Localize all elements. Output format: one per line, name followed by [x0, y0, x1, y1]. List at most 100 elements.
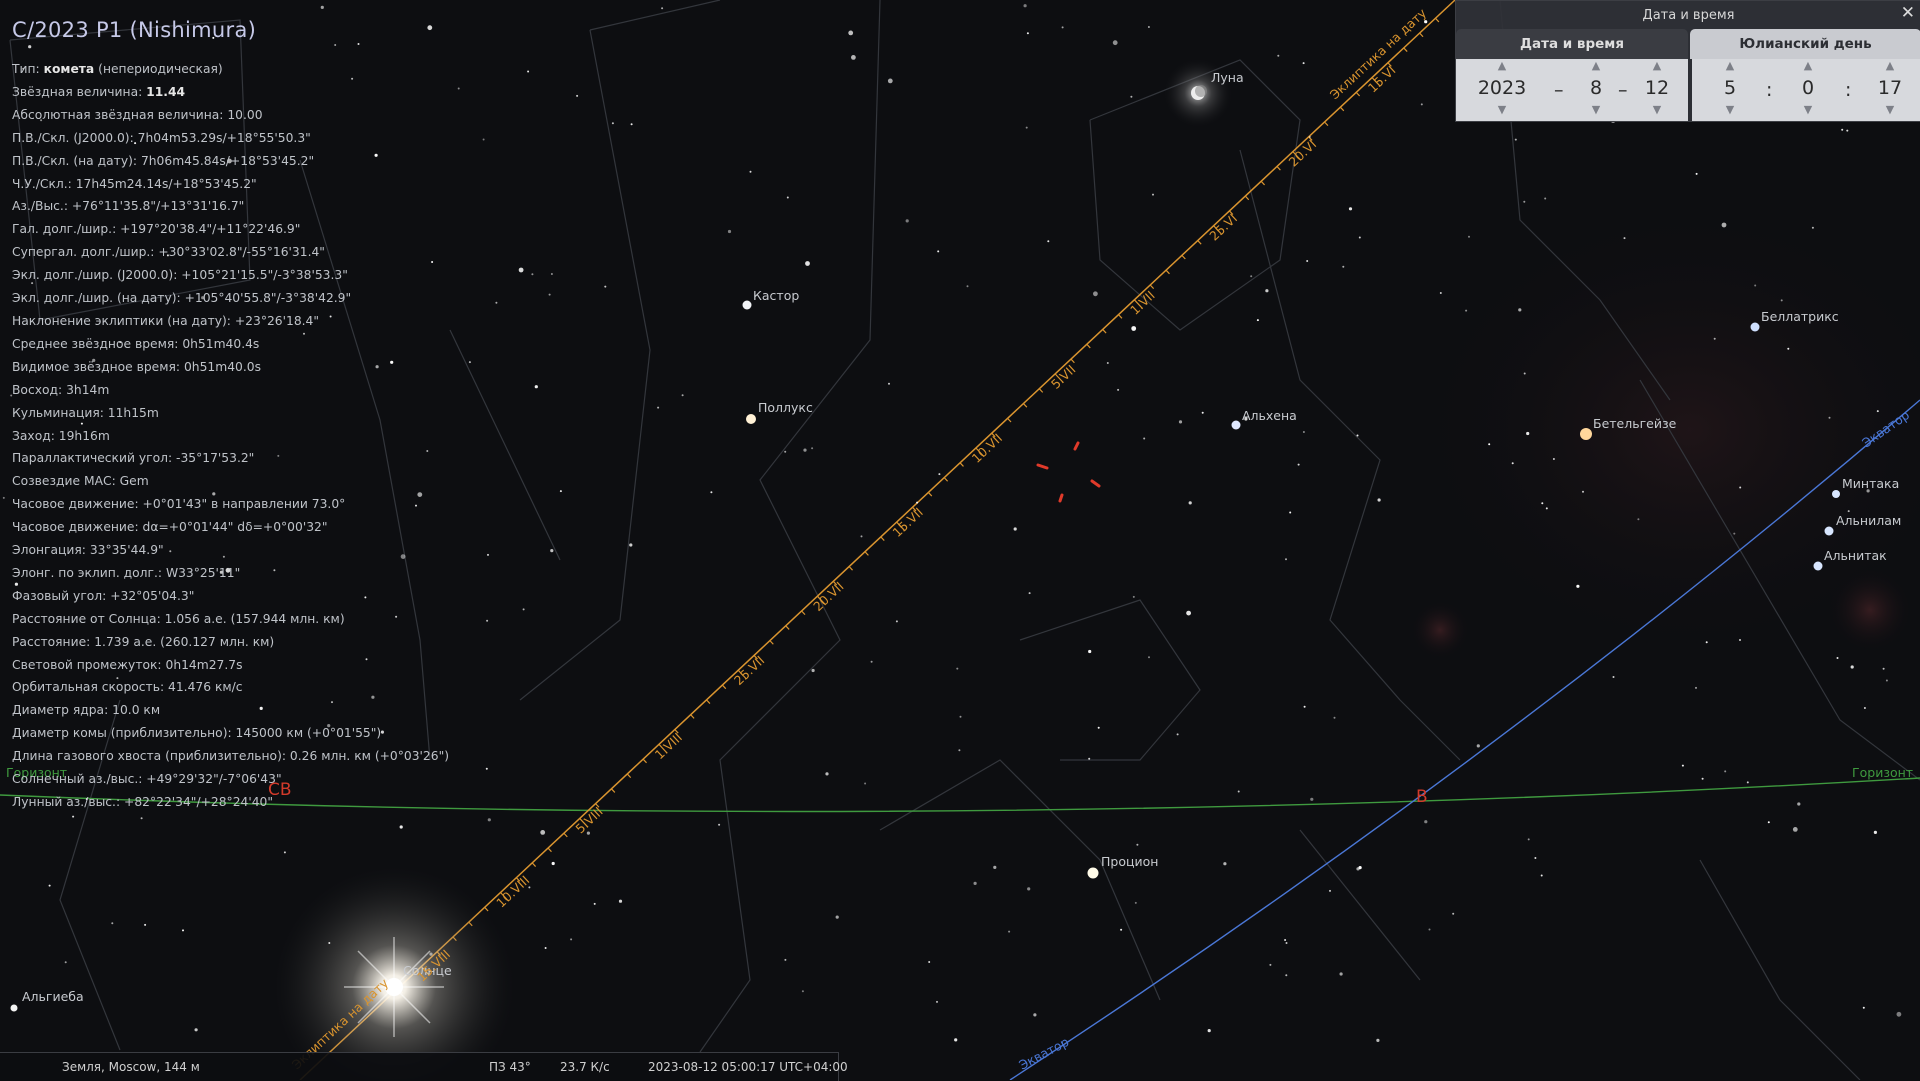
background-star	[784, 958, 787, 961]
star-betelgeuse[interactable]	[1580, 428, 1592, 440]
background-star	[1186, 610, 1191, 616]
label-bellatrix: Беллатрикс	[1761, 309, 1839, 324]
background-star	[1637, 518, 1640, 521]
background-star	[681, 394, 684, 397]
second-up-icon[interactable]: ▲	[1870, 59, 1910, 73]
status-location[interactable]: Земля, Moscow, 144 м	[62, 1053, 200, 1081]
year-up-icon[interactable]: ▲	[1476, 59, 1528, 73]
background-star	[887, 78, 893, 84]
star-pollux[interactable]	[746, 414, 756, 424]
background-star	[1061, 26, 1064, 29]
background-star	[938, 473, 941, 476]
time-separator: :	[1845, 79, 1852, 101]
background-star	[1143, 437, 1146, 440]
background-star	[1612, 676, 1615, 678]
star-alnitak[interactable]	[1813, 561, 1823, 571]
second-value[interactable]: 17	[1870, 73, 1910, 103]
datetime-dialog[interactable]: Дата и время ✕ Дата и время Юлианский де…	[1455, 0, 1920, 122]
background-star	[1310, 797, 1314, 801]
star-algieba[interactable]	[10, 1004, 18, 1012]
background-star	[111, 922, 114, 925]
hour-down-icon[interactable]: ▼	[1712, 103, 1748, 117]
info-line: Абсолютная звёздная величина: 10.00	[12, 107, 263, 122]
info-line: П.В./Скл. (J2000.0): 7h04m53.29s/+18°55'…	[12, 130, 311, 145]
info-line: Среднее звёздное время: 0h51m40.4s	[12, 336, 260, 351]
background-star	[1256, 319, 1259, 322]
month-up-icon[interactable]: ▲	[1578, 59, 1614, 73]
background-star	[1047, 240, 1050, 243]
star-mintaka[interactable]	[1832, 490, 1840, 498]
day-value[interactable]: 12	[1638, 73, 1676, 103]
star-bellatrix[interactable]	[1750, 322, 1760, 332]
label-betelgeuse: Бетельгейзе	[1593, 416, 1677, 431]
background-star	[936, 1000, 938, 1003]
background-star	[1428, 928, 1431, 931]
background-star	[527, 70, 530, 73]
background-star	[1339, 972, 1343, 976]
background-star	[1342, 265, 1345, 268]
month-down-icon[interactable]: ▼	[1578, 103, 1614, 117]
info-line: Световой промежуток: 0h14m27.7s	[12, 657, 243, 672]
date-panel: ▲ 2023 ▼ – ▲ 8 ▼ – ▲ 12 ▼	[1456, 59, 1688, 121]
background-star	[1269, 963, 1272, 966]
background-star	[1452, 912, 1455, 915]
background-star	[1841, 128, 1844, 131]
object-title: C/2023 P1 (Nishimura)	[12, 18, 257, 42]
minute-up-icon[interactable]: ▲	[1790, 59, 1826, 73]
star-castor[interactable]	[742, 300, 752, 310]
background-star	[1724, 770, 1727, 773]
background-star	[1885, 679, 1888, 682]
info-line: Длина газового хвоста (приблизительно): …	[12, 749, 450, 764]
info-line: Видимое звёздное время: 0h51m40.0s	[12, 359, 261, 374]
day-down-icon[interactable]: ▼	[1638, 103, 1676, 117]
year-spinner[interactable]: ▲ 2023 ▼	[1476, 59, 1528, 121]
date-separator: –	[1618, 79, 1628, 101]
background-star	[1523, 372, 1526, 375]
background-star	[48, 884, 51, 887]
close-icon[interactable]: ✕	[1901, 3, 1915, 23]
background-star	[1117, 388, 1120, 391]
background-star	[1088, 649, 1092, 654]
background-star	[1285, 942, 1288, 944]
background-star	[928, 961, 931, 963]
background-star	[1333, 716, 1336, 719]
status-datetime[interactable]: 2023-08-12 05:00:17 UTC+04:00	[648, 1053, 848, 1081]
tab-date-time[interactable]: Дата и время	[1456, 29, 1688, 59]
background-star	[784, 450, 787, 453]
tab-julian-day[interactable]: Юлианский день	[1690, 29, 1920, 59]
day-up-icon[interactable]: ▲	[1638, 59, 1676, 73]
date-separator: –	[1554, 79, 1564, 101]
month-value[interactable]: 8	[1578, 73, 1614, 103]
star-procyon[interactable]	[1087, 867, 1099, 879]
background-star	[1811, 226, 1814, 229]
minute-spinner[interactable]: ▲ 0 ▼	[1790, 59, 1826, 121]
month-spinner[interactable]: ▲ 8 ▼	[1578, 59, 1614, 121]
info-line: Гал. долг./шир.: +197°20'38.4"/+11°22'46…	[12, 222, 301, 237]
background-star	[1862, 1006, 1865, 1009]
star-alhena[interactable]	[1231, 420, 1241, 430]
background-star	[182, 929, 184, 932]
label-mintaka: Минтака	[1842, 476, 1899, 491]
background-star	[959, 715, 962, 718]
minute-value[interactable]: 0	[1790, 73, 1826, 103]
background-star	[2, 496, 5, 499]
info-line: Кульминация: 11h15m	[12, 405, 159, 420]
background-star	[1846, 129, 1849, 132]
minute-down-icon[interactable]: ▼	[1790, 103, 1826, 117]
background-star	[1265, 289, 1269, 293]
hour-spinner[interactable]: ▲ 5 ▼	[1712, 59, 1748, 121]
object-info-panel: C/2023 P1 (Nishimura) Тип: комета (непер…	[12, 18, 492, 814]
hour-up-icon[interactable]: ▲	[1712, 59, 1748, 73]
day-spinner[interactable]: ▲ 12 ▼	[1638, 59, 1676, 121]
background-star	[916, 501, 919, 504]
second-down-icon[interactable]: ▼	[1870, 103, 1910, 117]
hour-value[interactable]: 5	[1712, 73, 1748, 103]
background-star	[1896, 1011, 1902, 1017]
second-spinner[interactable]: ▲ 17 ▼	[1870, 59, 1910, 121]
background-star	[1787, 347, 1790, 350]
year-value[interactable]: 2023	[1476, 73, 1528, 103]
info-line: Солнечный аз./выс.: +49°29'32"/-7°06'43"	[12, 772, 282, 787]
background-star	[1023, 4, 1027, 8]
year-down-icon[interactable]: ▼	[1476, 103, 1528, 117]
star-alnilam[interactable]	[1824, 526, 1834, 536]
